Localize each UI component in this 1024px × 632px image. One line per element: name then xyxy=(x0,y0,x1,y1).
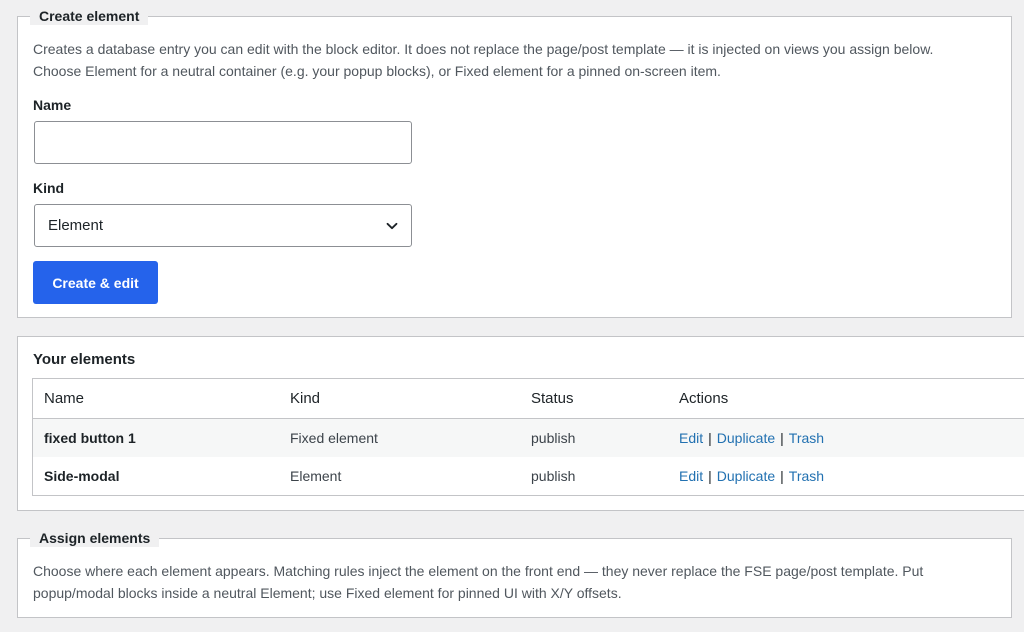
trash-link[interactable]: Trash xyxy=(789,468,824,484)
row-status: publish xyxy=(531,430,576,446)
edit-link[interactable]: Edit xyxy=(679,468,703,484)
action-separator: | xyxy=(780,468,784,484)
row-actions: Edit | Duplicate | Trash xyxy=(679,457,824,495)
elements-table: Name Kind Status Actions fixed button 1 … xyxy=(32,378,1024,496)
row-name: Side-modal xyxy=(44,468,120,484)
your-elements-title: Your elements xyxy=(33,351,136,368)
assign-description-line2: popup/modal blocks inside a neutral Elem… xyxy=(33,585,622,601)
table-header-row: Name Kind Status Actions xyxy=(33,379,1024,419)
row-name: fixed button 1 xyxy=(44,430,136,446)
table-row: Side-modal Element publish Edit | Duplic… xyxy=(33,457,1024,495)
kind-select-value: Element xyxy=(48,217,104,234)
kind-select[interactable]: Element xyxy=(34,204,412,247)
column-header-kind: Kind xyxy=(290,390,321,407)
action-separator: | xyxy=(708,468,712,484)
name-input[interactable] xyxy=(34,121,412,164)
edit-link[interactable]: Edit xyxy=(679,430,703,446)
trash-link[interactable]: Trash xyxy=(789,430,824,446)
action-separator: | xyxy=(780,430,784,446)
row-kind: Element xyxy=(290,468,342,484)
assign-elements-legend: Assign elements xyxy=(30,529,160,547)
column-header-status: Status xyxy=(531,390,574,407)
row-kind: Fixed element xyxy=(290,430,378,446)
create-element-legend: Create element xyxy=(30,7,149,25)
create-description-line2: Choose Element for a neutral container (… xyxy=(33,63,721,79)
column-header-name: Name xyxy=(44,390,85,407)
assign-description-line1: Choose where each element appears. Match… xyxy=(33,563,924,579)
create-and-edit-button[interactable]: Create & edit xyxy=(33,261,158,304)
column-header-actions: Actions xyxy=(679,390,729,407)
action-separator: | xyxy=(708,430,712,446)
duplicate-link[interactable]: Duplicate xyxy=(717,430,775,446)
kind-label: Kind xyxy=(33,180,65,196)
create-description-line1: Creates a database entry you can edit wi… xyxy=(33,41,934,57)
chevron-down-icon xyxy=(386,222,398,230)
name-label: Name xyxy=(33,97,72,113)
table-row: fixed button 1 Fixed element publish Edi… xyxy=(33,419,1024,457)
row-actions: Edit | Duplicate | Trash xyxy=(679,419,824,457)
duplicate-link[interactable]: Duplicate xyxy=(717,468,775,484)
row-status: publish xyxy=(531,468,576,484)
